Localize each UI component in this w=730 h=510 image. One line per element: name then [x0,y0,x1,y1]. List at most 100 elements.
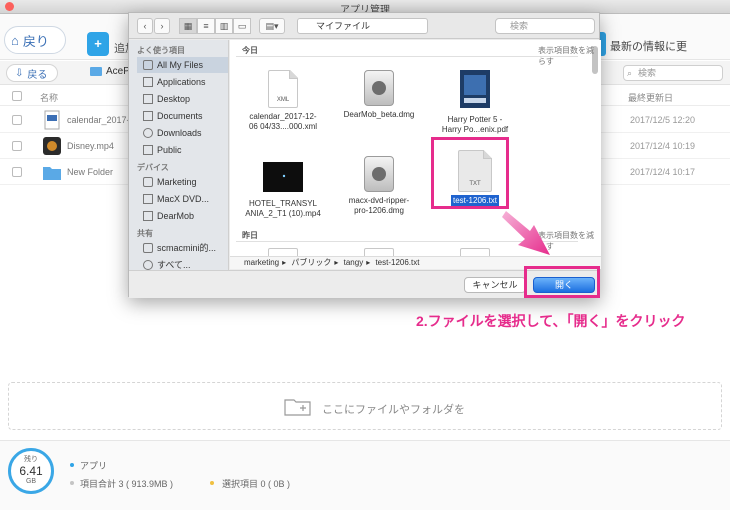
sidebar-item-label: MacX DVD... [157,194,210,204]
refresh-button-label[interactable]: 最新の情報に更 [610,38,687,54]
file-tile[interactable]: HOTEL_TRANSYL ANIA_2_T1 (10).mp4 [238,162,328,219]
sidebar-item-label: Public [157,145,182,155]
network-globe-icon [143,260,153,270]
sidebar-item-scmacmini[interactable]: scmacmini的... [137,240,228,256]
dmg-disk-icon [364,70,394,106]
divider [236,56,578,57]
apps-legend-label: アプリ [80,461,108,471]
favorites-title: よく使う項目 [137,46,185,55]
file-tile-label: Harry Po...enix.pdf [441,125,509,134]
sidebar-item-label: Applications [157,77,206,87]
path-item[interactable]: パブリック [291,258,331,267]
sidebar-item-downloads[interactable]: Downloads [137,125,228,141]
selection-highlight-box [431,137,509,209]
pdf-movie-thumbnail-icon [460,70,490,108]
dialog-search-input[interactable]: 検索 [495,18,595,34]
storage-unit: GB [25,478,37,485]
arrow-icon [502,211,550,255]
row-checkbox[interactable] [12,115,22,125]
file-tile-label: macx-dvd-ripper- [348,196,410,205]
icon-view-button[interactable]: ▦ [179,18,197,34]
selected-items-label: 選択項目 0 ( 0B ) [222,479,291,489]
search-input[interactable]: ⌕ 検索 [623,65,723,81]
desktop-icon [143,94,153,104]
sidebar-item-documents[interactable]: Documents [137,108,228,124]
row-checkbox[interactable] [12,167,22,177]
dialog-search-placeholder: 検索 [510,21,529,31]
sidebar-item-label: Documents [157,111,203,121]
sidebar-item-label: scmacmini的... [157,243,217,253]
devices-title: デバイス [137,163,169,172]
search-icon: ⌕ [627,68,633,78]
file-tile-label: DearMob_beta.dmg [343,110,415,119]
sidebar-item-label: Marketing [157,177,197,187]
sidebar-item-label: Downloads [157,128,202,138]
location-select[interactable]: マイファイル [297,18,428,34]
arrange-button[interactable]: ▤▾ [259,18,285,34]
row-checkbox[interactable] [12,141,22,151]
add-file-icon[interactable]: + [87,32,109,56]
file-name: New Folder [67,167,114,177]
storage-value: 6.41 [19,464,43,478]
selected-legend-dot [210,481,214,485]
inbox-icon: ⇩ [15,67,24,79]
path-item[interactable]: marketing [244,258,279,267]
location-value: マイファイル [316,21,371,31]
column-name[interactable]: 名称 [40,91,58,104]
tab-back-button[interactable]: ⇩ 戻る [6,64,59,82]
storage-gauge: 残り 6.41 GB [8,448,54,494]
nav-back-button[interactable]: ‹ [137,18,153,34]
file-tile[interactable]: macx-dvd-ripper- pro-1206.dmg [334,156,424,216]
shared-computer-icon [143,243,153,253]
file-date: 2017/12/5 12:20 [630,115,696,125]
cancel-button[interactable]: キャンセル [464,277,526,293]
column-date[interactable]: 最終更新日 [628,91,673,104]
column-view-button[interactable]: ▥ [215,18,233,34]
xml-file-icon: XML [268,70,298,108]
folder-icon [90,67,102,76]
file-tile-label: calendar_2017-12- [249,112,317,121]
dmg-disk-icon [364,156,394,192]
coverflow-view-button[interactable]: ▭ [233,18,251,34]
apps-legend-dot [70,463,74,467]
storage-label: 残り [24,456,38,463]
sidebar-item-label: DearMob [157,211,195,221]
back-button[interactable]: ⌂ 戻り [4,26,66,54]
dialog-toolbar: ‹ › ▦ ≡ ▥ ▭ ▤▾ マイファイル 検索 [129,13,599,39]
list-view-button[interactable]: ≡ [197,18,215,34]
documents-icon [143,111,153,121]
tab-back-label: 戻る [27,69,48,81]
file-icon [364,248,394,256]
sidebar-item-macx-dvd[interactable]: MacX DVD... [137,191,228,207]
nav-forward-button[interactable]: › [154,18,170,34]
instruction-text: 2.ファイルを選択して、「開く」をクリック [416,313,686,329]
xml-file-icon [44,110,60,130]
file-tile-label: 06 04/33....000.xml [248,122,318,131]
group-today-title: 今日 [242,46,258,55]
sidebar-item-applications[interactable]: Applications [137,74,228,90]
folder-outline-icon [284,399,311,416]
total-legend-dot [70,481,74,485]
tab-folder[interactable]: AcePl [90,66,132,77]
sidebar-item-marketing[interactable]: Marketing [137,174,228,190]
path-item[interactable]: test-1206.txt [375,258,419,267]
chevron-right-icon: ▸ [282,258,287,267]
files-icon [143,60,153,70]
sidebar-item-public[interactable]: Public [137,142,228,158]
file-tile[interactable]: XML calendar_2017-12- 06 04/33....000.xm… [238,70,328,132]
file-tile[interactable]: DearMob_beta.dmg [334,70,424,120]
sidebar-item-all-shared[interactable]: すべて... [137,257,228,270]
sidebar-item-label: すべて... [157,260,191,270]
sidebar-item-all-my-files[interactable]: All My Files [137,57,228,73]
file-date: 2017/12/4 10:17 [630,167,696,177]
path-item[interactable]: tangy [344,258,364,267]
disk-icon [143,211,153,221]
sidebar-item-desktop[interactable]: Desktop [137,91,228,107]
select-all-checkbox[interactable] [12,91,22,101]
file-icon [268,248,298,256]
file-extension: XML [276,97,290,103]
file-tile[interactable]: Harry Potter 5 - Harry Po...enix.pdf [430,70,520,135]
file-date: 2017/12/4 10:19 [630,141,696,151]
sidebar-item-label: All My Files [157,60,204,70]
sidebar-item-dearmob[interactable]: DearMob [137,208,228,224]
